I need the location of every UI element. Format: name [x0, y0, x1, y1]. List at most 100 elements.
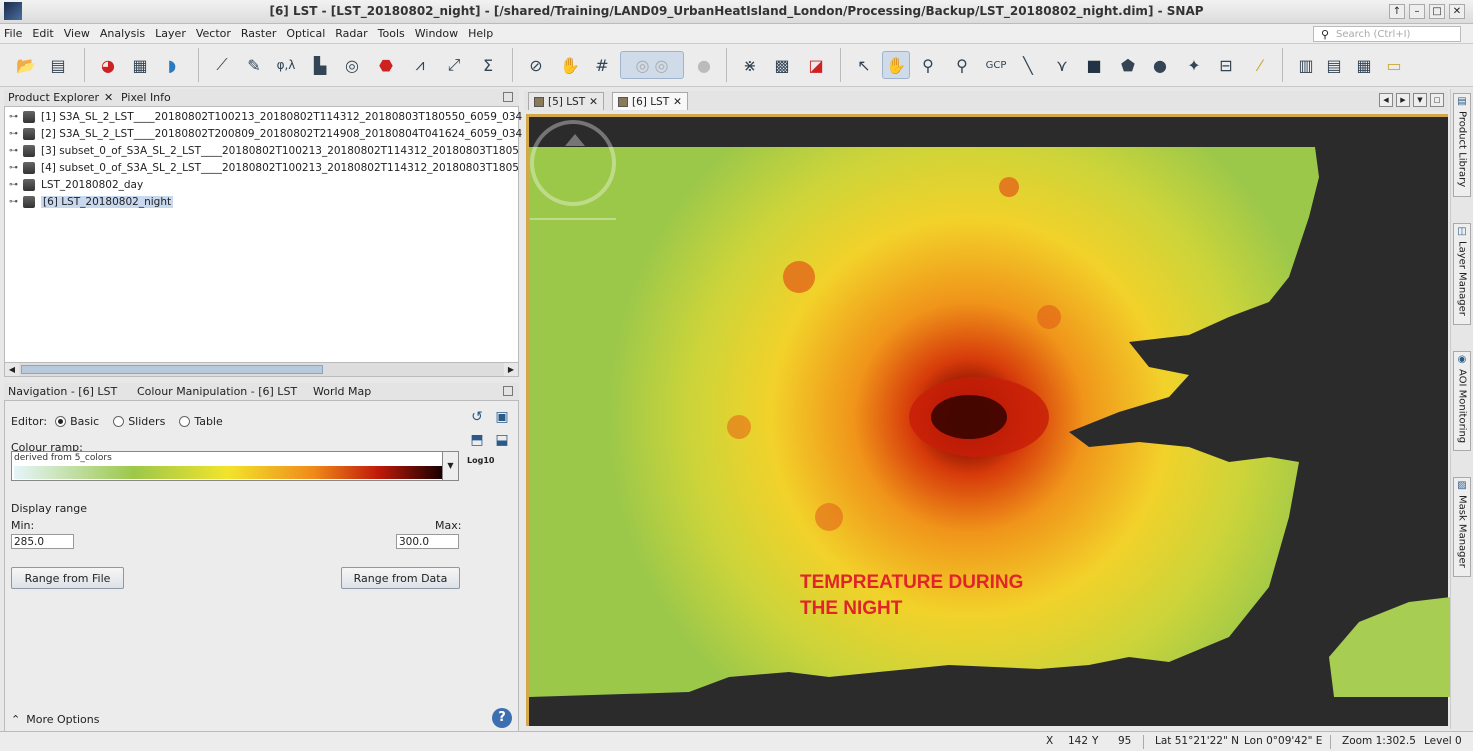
list-item[interactable]: ⊶ [6] LST_20180802_night [9, 194, 174, 210]
log10-toggle[interactable]: Log10 [467, 456, 494, 465]
information-icon[interactable]: ◎ [338, 51, 366, 79]
min-field[interactable]: 285.0 [11, 534, 74, 549]
tab-image-5[interactable]: [5] LST ✕ [528, 92, 604, 110]
tab-product-explorer[interactable]: Product Explorer [8, 91, 99, 104]
menu-radar[interactable]: Radar [335, 27, 367, 40]
tile-single-icon[interactable]: ▭ [1380, 51, 1408, 79]
save-product-icon[interactable]: ▤ [44, 51, 72, 79]
pan-tool-icon[interactable]: ✋ [882, 51, 910, 79]
list-item[interactable]: ⊶ [2] S3A_SL_2_LST____20180802T200809_20… [9, 126, 522, 142]
tab-right-icon[interactable]: ▶ [1396, 93, 1410, 107]
sliders-radio[interactable] [113, 416, 125, 427]
menu-window[interactable]: Window [415, 27, 458, 40]
graticule-icon[interactable]: # [588, 51, 616, 79]
navigation-compass[interactable] [530, 120, 616, 206]
zoom-slider[interactable] [530, 218, 616, 220]
expand-icon[interactable]: ⊶ [9, 129, 23, 139]
menu-tools[interactable]: Tools [378, 27, 405, 40]
sync-views-icon[interactable]: ◎ ◎ [620, 51, 684, 79]
layer-icon[interactable]: ⊘ [522, 51, 550, 79]
tab-world-map[interactable]: World Map [313, 385, 371, 398]
range-finder-icon[interactable]: ⊟ [1212, 51, 1240, 79]
more-options[interactable]: ⌃ More Options [11, 713, 99, 726]
search-box[interactable]: ⚲ Search (Ctrl+I) [1313, 26, 1461, 42]
scroll-left-icon[interactable]: ◀ [5, 363, 19, 376]
colour-ramp-select[interactable]: derived from 5_colors ▼ [11, 451, 459, 481]
select-tool-icon[interactable]: ↖ [850, 51, 878, 79]
wave-icon[interactable]: ◗ [158, 51, 186, 79]
help-icon[interactable]: ? [492, 708, 512, 728]
tab-image-6[interactable]: [6] LST ✕ [612, 92, 688, 110]
image-view[interactable] [526, 114, 1451, 726]
menu-file[interactable]: File [4, 27, 22, 40]
polyline-tool-icon[interactable]: ⋎ [1048, 51, 1076, 79]
tab-layer-manager[interactable]: ◫ Layer Manager [1453, 223, 1471, 325]
table-radio[interactable] [179, 416, 191, 427]
range-from-file-button[interactable]: Range from File [11, 567, 124, 589]
pin-tool-icon[interactable]: ⚲ [948, 51, 976, 79]
minimize-icon[interactable] [503, 92, 513, 102]
rgb-image-icon[interactable]: ◕ [94, 51, 122, 79]
menu-view[interactable]: View [64, 27, 90, 40]
menu-raster[interactable]: Raster [241, 27, 276, 40]
menu-analysis[interactable]: Analysis [100, 27, 145, 40]
import-icon[interactable]: ⬒ [467, 430, 487, 450]
close-icon[interactable]: ✕ [673, 96, 682, 108]
world-icon[interactable]: ● [690, 51, 718, 79]
scroll-right-icon[interactable]: ▶ [504, 363, 518, 376]
tab-colour-manipulation[interactable]: Colour Manipulation - [6] LST [137, 385, 297, 398]
tab-product-library[interactable]: ▤ Product Library [1453, 93, 1471, 197]
reset-icon[interactable]: ↺ [467, 407, 487, 427]
expand-icon[interactable]: ⊶ [9, 163, 23, 173]
menu-help[interactable]: Help [468, 27, 493, 40]
statistics-icon[interactable]: Σ [474, 51, 502, 79]
menu-vector[interactable]: Vector [196, 27, 231, 40]
time-series-icon[interactable]: ◪ [802, 51, 830, 79]
list-item[interactable]: ⊶ [1] S3A_SL_2_LST____20180802T100213_20… [9, 109, 522, 125]
sync-cursor-icon[interactable]: ✋ [556, 51, 584, 79]
horizontal-scrollbar[interactable]: ◀ ▶ [5, 362, 518, 376]
minimize-button[interactable]: – [1409, 4, 1425, 19]
graph-builder-icon[interactable]: ⋇ [736, 51, 764, 79]
tab-left-icon[interactable]: ◀ [1379, 93, 1393, 107]
batch-processing-icon[interactable]: ▩ [768, 51, 796, 79]
tab-mask-manager[interactable]: ▨ Mask Manager [1453, 477, 1471, 577]
tab-navigation[interactable]: Navigation - [6] LST [8, 385, 117, 398]
multi-apply-icon[interactable]: ▣ [492, 407, 512, 427]
spectrum-icon[interactable]: φ,λ [272, 51, 300, 79]
geocoding-icon[interactable]: ⬣ [372, 51, 400, 79]
expand-icon[interactable]: ⊶ [9, 180, 23, 190]
minimize-icon[interactable] [503, 386, 513, 396]
expand-icon[interactable]: ⊶ [9, 112, 23, 122]
max-field[interactable]: 300.0 [396, 534, 459, 549]
magic-wand-icon[interactable]: ✦ [1180, 51, 1208, 79]
band-maths-icon[interactable]: ▦ [126, 51, 154, 79]
expand-icon[interactable]: ⊶ [9, 197, 23, 207]
basic-radio[interactable] [55, 416, 67, 427]
close-button[interactable]: ✕ [1449, 4, 1465, 19]
ellipse-tool-icon[interactable]: ● [1146, 51, 1174, 79]
tile-horizontal-icon[interactable]: ▥ [1292, 51, 1320, 79]
scatter-plot-icon[interactable]: ⩘ [406, 51, 434, 79]
correlative-plot-icon[interactable]: ⤢ [440, 51, 468, 79]
list-item[interactable]: ⊶ [4] subset_0_of_S3A_SL_2_LST____201808… [9, 160, 519, 176]
histogram-icon[interactable]: ▙ [306, 51, 334, 79]
brush-icon[interactable]: ⁄ [1246, 51, 1274, 79]
tab-aoi-monitoring[interactable]: ◉ AOI Monitoring [1453, 351, 1471, 451]
export-icon[interactable]: ⬓ [492, 430, 512, 450]
tile-vertical-icon[interactable]: ▤ [1320, 51, 1348, 79]
close-icon[interactable]: ✕ [104, 91, 113, 104]
menu-edit[interactable]: Edit [32, 27, 53, 40]
list-item[interactable]: ⊶ [3] subset_0_of_S3A_SL_2_LST____201808… [9, 143, 519, 159]
zoom-tool-icon[interactable]: ⚲ [914, 51, 942, 79]
edit-icon[interactable]: ✎ [240, 51, 268, 79]
menu-optical[interactable]: Optical [286, 27, 325, 40]
maximize-icon[interactable]: □ [1430, 93, 1444, 107]
maximize-button[interactable]: □ [1429, 4, 1445, 19]
open-product-icon[interactable]: 📂 [12, 51, 40, 79]
gcp-tool-icon[interactable]: GCP [982, 51, 1010, 79]
chevron-down-icon[interactable]: ▼ [442, 452, 458, 480]
pin-icon[interactable]: ↑ [1389, 4, 1405, 19]
list-item[interactable]: ⊶ LST_20180802_day [9, 177, 143, 193]
rectangle-tool-icon[interactable]: ■ [1080, 51, 1108, 79]
